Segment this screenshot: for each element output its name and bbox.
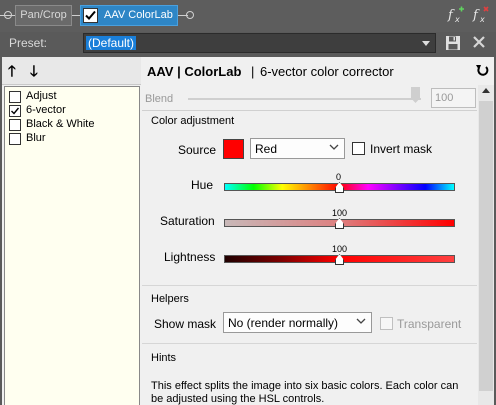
effect-title: 6-vector color corrector [260,64,394,79]
svg-text:x: x [454,15,460,24]
invert-mask-label: Invert mask [370,142,433,156]
blend-value-field[interactable]: 100 [431,88,476,108]
transparent-checkbox[interactable] [380,317,393,330]
section-divider [142,343,477,344]
effect-list: Adjust 6-vector Black & White Blur [4,86,140,405]
move-down-icon[interactable]: 🡓 [30,64,38,79]
plugin-title: AAV | ColorLab [147,64,242,79]
show-mask-label: Show mask [154,317,217,331]
transparent-label: Transparent [397,317,462,331]
show-mask-value: No (render normally) [228,316,339,330]
color-adjustment-title: Color adjustment [151,115,235,127]
chevron-down-icon [329,142,339,155]
hints-title: Hints [151,352,177,364]
list-item-label: Blur [26,132,46,144]
preset-bar: Preset: (Default) [0,32,496,55]
preset-dropdown[interactable]: (Default) [83,33,436,53]
hue-value: 0 [336,172,342,182]
list-item-label: 6-vector [26,104,66,116]
source-dropdown[interactable]: Red [250,138,345,159]
effect-chain-bar: Pan/Crop AAV ColorLab fx fx [0,0,496,32]
chevron-down-icon [356,316,366,329]
saturation-label: Saturation [160,214,215,228]
lightness-label: Lightness [164,250,216,264]
preset-label: Preset: [9,36,48,50]
list-item-checkbox[interactable] [9,105,21,117]
blend-label: Blend [145,93,174,105]
list-toolbar: 🡑 🡓 [2,57,141,85]
list-item-checkbox[interactable] [9,133,21,145]
invert-mask-checkbox[interactable] [352,142,365,155]
chain-start-node [4,11,12,19]
list-item-checkbox[interactable] [9,91,21,103]
helpers-title: Helpers [151,293,189,305]
section-divider [142,285,477,286]
reset-icon[interactable] [476,63,489,79]
save-icon[interactable] [445,35,461,51]
svg-text:f: f [472,8,480,23]
delete-preset-icon[interactable] [471,34,487,52]
show-mask-dropdown[interactable]: No (render normally) [223,312,372,333]
lightness-value: 100 [332,244,348,254]
hue-label: Hue [191,178,214,192]
chevron-down-icon [422,41,430,46]
list-item-label: Adjust [26,90,57,102]
list-item-checkbox[interactable] [9,119,21,131]
blend-slider-thumb[interactable] [411,87,420,103]
blend-slider[interactable] [188,98,421,100]
checkmark-icon [11,107,20,115]
effect-header: AAV | ColorLab | 6-vector color correcto… [141,57,494,85]
chain-end-node [186,11,194,19]
effect-enable-checkbox[interactable] [83,8,98,23]
svg-text:x: x [479,15,485,24]
chain-connector [72,15,80,16]
effect-panel: 🡑 🡓 Adjust 6-vector Black & White Blur A… [2,57,494,405]
move-up-icon[interactable]: 🡑 [8,64,16,79]
title-separator: | [251,64,255,79]
fx-remove-icon[interactable]: fx [472,6,490,24]
svg-text:f: f [447,8,455,23]
preset-value: (Default) [86,36,137,50]
checkmark-icon [85,10,96,20]
hints-text: This effect splits the image into six ba… [151,380,459,405]
pan-crop-button[interactable]: Pan/Crop [15,5,72,26]
scrollbar-thumb[interactable] [479,101,493,391]
aav-colorlab-effect-button[interactable]: AAV ColorLab [80,5,178,26]
saturation-value: 100 [332,208,348,218]
settings-content: Color adjustment Source Red Invert mask … [142,110,477,405]
source-color-swatch[interactable] [223,139,244,159]
source-value: Red [255,142,278,156]
list-item-label: Black & White [26,118,95,130]
effect-name: AAV ColorLab [104,9,173,21]
fx-add-icon[interactable]: fx [447,6,465,24]
source-label: Source [178,143,217,157]
scroll-up-icon[interactable] [482,88,490,93]
